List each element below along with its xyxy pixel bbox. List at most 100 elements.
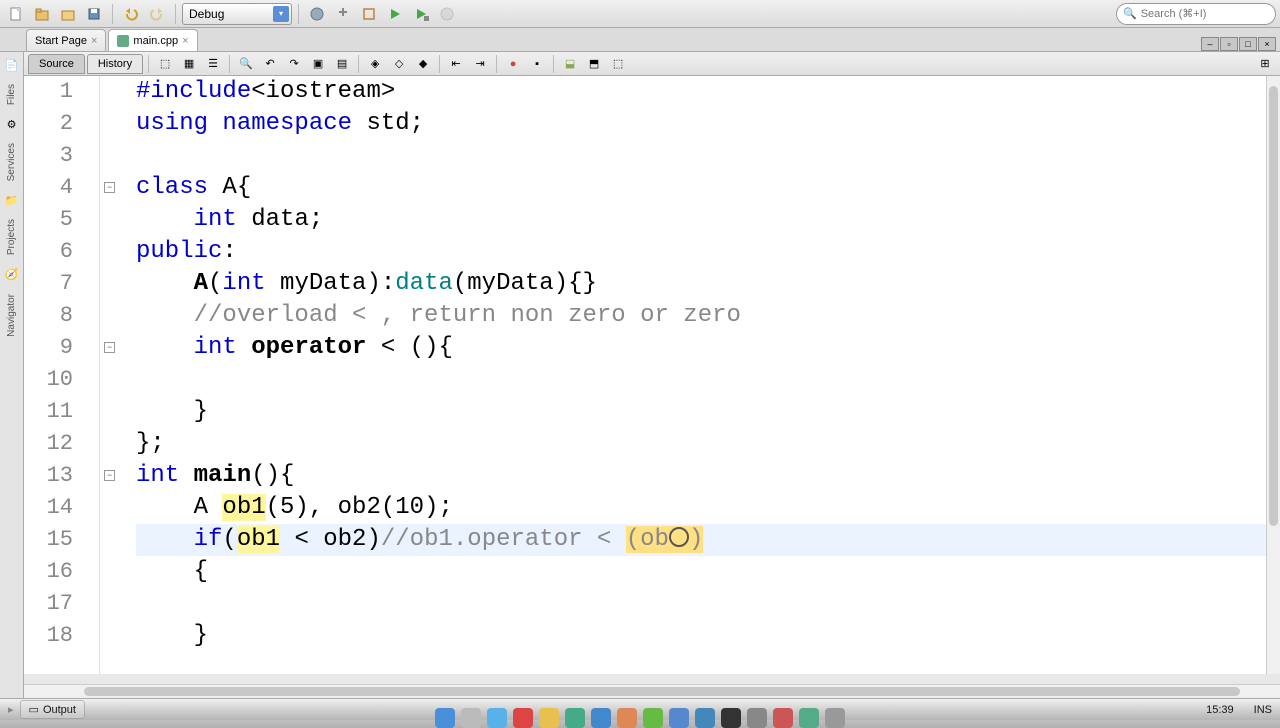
rail-projects[interactable]: Projects (4, 213, 19, 261)
horizontal-scrollbar[interactable] (24, 684, 1280, 698)
search-icon: 🔍 (1123, 7, 1137, 20)
close-icon[interactable]: × (182, 35, 188, 47)
bookmark-toggle-icon[interactable]: ◆ (412, 54, 434, 74)
code-line[interactable]: using namespace std; (136, 108, 1266, 140)
nav-back-icon[interactable]: ⬚ (154, 54, 176, 74)
line-number: 16 (24, 556, 73, 588)
subtab-source[interactable]: Source (28, 54, 85, 74)
code-line[interactable]: class A{ (136, 172, 1266, 204)
tab-start-page[interactable]: Start Page × (26, 29, 106, 51)
find-prev-icon[interactable]: ↶ (259, 54, 281, 74)
line-number: 7 (24, 268, 73, 300)
code-line[interactable]: //overload < , return non zero or zero (136, 300, 1266, 332)
undo-icon[interactable] (119, 2, 143, 26)
subtab-history[interactable]: History (87, 54, 143, 74)
shift-left-icon[interactable]: ⇤ (445, 54, 467, 74)
split-icon[interactable]: ⊞ (1254, 54, 1276, 74)
fold-toggle-icon[interactable]: − (104, 342, 115, 353)
code-line[interactable]: { (136, 556, 1266, 588)
line-number: 14 (24, 492, 73, 524)
new-project-icon[interactable] (30, 2, 54, 26)
format-icon[interactable]: ⬚ (607, 54, 629, 74)
code-area[interactable]: #include<iostream>using namespace std; cl… (120, 76, 1266, 674)
breakpoint-icon[interactable]: ● (502, 54, 524, 74)
comment-icon[interactable]: ⬓ (559, 54, 581, 74)
debug-icon[interactable] (409, 2, 433, 26)
code-line[interactable]: }; (136, 428, 1266, 460)
restore-icon[interactable]: ▫ (1220, 37, 1238, 51)
shift-right-icon[interactable]: ⇥ (469, 54, 491, 74)
code-line[interactable] (136, 364, 1266, 396)
code-line[interactable]: #include<iostream> (136, 76, 1266, 108)
scrollbar-thumb[interactable] (1269, 86, 1278, 526)
new-file-icon[interactable] (4, 2, 28, 26)
code-line[interactable]: A ob1(5), ob2(10); (136, 492, 1266, 524)
select-icon[interactable]: ☰ (202, 54, 224, 74)
scrollbar-thumb[interactable] (84, 687, 1240, 696)
code-line[interactable]: } (136, 620, 1266, 652)
close-icon[interactable]: × (1258, 37, 1276, 51)
files-icon[interactable]: 📄 (3, 56, 21, 74)
vertical-scrollbar[interactable] (1266, 76, 1280, 674)
clean-build-icon[interactable] (357, 2, 381, 26)
build-config-select[interactable]: Debug ▾ (182, 3, 292, 25)
services-icon[interactable]: ⚙ (3, 115, 21, 133)
code-line[interactable]: if(ob1 < ob2)//ob1.operator < (ob) (136, 524, 1266, 556)
line-gutter: 123456789101112131415161718 (24, 76, 100, 674)
search-input[interactable] (1141, 8, 1280, 20)
code-line[interactable]: A(int myData):data(myData){} (136, 268, 1266, 300)
macos-dock (0, 700, 1280, 728)
line-number: 10 (24, 364, 73, 396)
profile-icon[interactable] (435, 2, 459, 26)
code-line[interactable]: public: (136, 236, 1266, 268)
maximize-icon[interactable]: □ (1239, 37, 1257, 51)
tab-main-cpp[interactable]: main.cpp × (108, 29, 197, 51)
code-line[interactable]: int data; (136, 204, 1266, 236)
minimize-icon[interactable]: ‒ (1201, 37, 1219, 51)
line-number: 11 (24, 396, 73, 428)
rail-services[interactable]: Services (4, 137, 19, 187)
open-icon[interactable] (56, 2, 80, 26)
nav-fwd-icon[interactable]: ▦ (178, 54, 200, 74)
cpp-file-icon (117, 35, 129, 47)
run-icon[interactable] (383, 2, 407, 26)
rail-files[interactable]: Files (4, 78, 19, 111)
line-number: 8 (24, 300, 73, 332)
globe-icon[interactable] (305, 2, 329, 26)
fold-column: − − − (100, 76, 120, 674)
code-line[interactable]: int main(){ (136, 460, 1266, 492)
find-icon[interactable]: 🔍 (235, 54, 257, 74)
line-number: 3 (24, 140, 73, 172)
navigator-icon[interactable]: 🧭 (3, 266, 21, 284)
editor-toolbar: Source History ⬚ ▦ ☰ 🔍 ↶ ↷ ▣ ▤ ◈ ◇ ◆ ⇤ ⇥… (24, 52, 1280, 76)
tab-label: Start Page (35, 35, 87, 47)
fold-toggle-icon[interactable]: − (104, 182, 115, 193)
uncomment-icon[interactable]: ⬒ (583, 54, 605, 74)
line-number: 4 (24, 172, 73, 204)
search-box[interactable]: 🔍 ✕ (1116, 3, 1276, 25)
close-icon[interactable]: × (91, 35, 97, 47)
line-number: 9 (24, 332, 73, 364)
code-line[interactable] (136, 140, 1266, 172)
toggle-highlight-icon[interactable]: ▣ (307, 54, 329, 74)
build-config-value: Debug (189, 7, 224, 21)
projects-icon[interactable]: 📁 (3, 191, 21, 209)
fold-toggle-icon[interactable]: − (104, 470, 115, 481)
code-line[interactable]: } (136, 396, 1266, 428)
code-editor[interactable]: 123456789101112131415161718 −−− #include… (24, 76, 1280, 674)
left-rail: 📄 Files ⚙ Services 📁 Projects 🧭 Navigato… (0, 52, 24, 698)
find-next-icon[interactable]: ↷ (283, 54, 305, 74)
bookmark-prev-icon[interactable]: ◈ (364, 54, 386, 74)
main-toolbar: Debug ▾ 🔍 ✕ (0, 0, 1280, 28)
macro-icon[interactable]: ▪ (526, 54, 548, 74)
line-number: 15 (24, 524, 73, 556)
build-icon[interactable] (331, 2, 355, 26)
code-line[interactable]: int operator < (){ (136, 332, 1266, 364)
save-all-icon[interactable] (82, 2, 106, 26)
redo-icon[interactable] (145, 2, 169, 26)
bookmark-next-icon[interactable]: ◇ (388, 54, 410, 74)
line-number: 2 (24, 108, 73, 140)
toggle-2-icon[interactable]: ▤ (331, 54, 353, 74)
rail-navigator[interactable]: Navigator (4, 288, 19, 343)
code-line[interactable] (136, 588, 1266, 620)
